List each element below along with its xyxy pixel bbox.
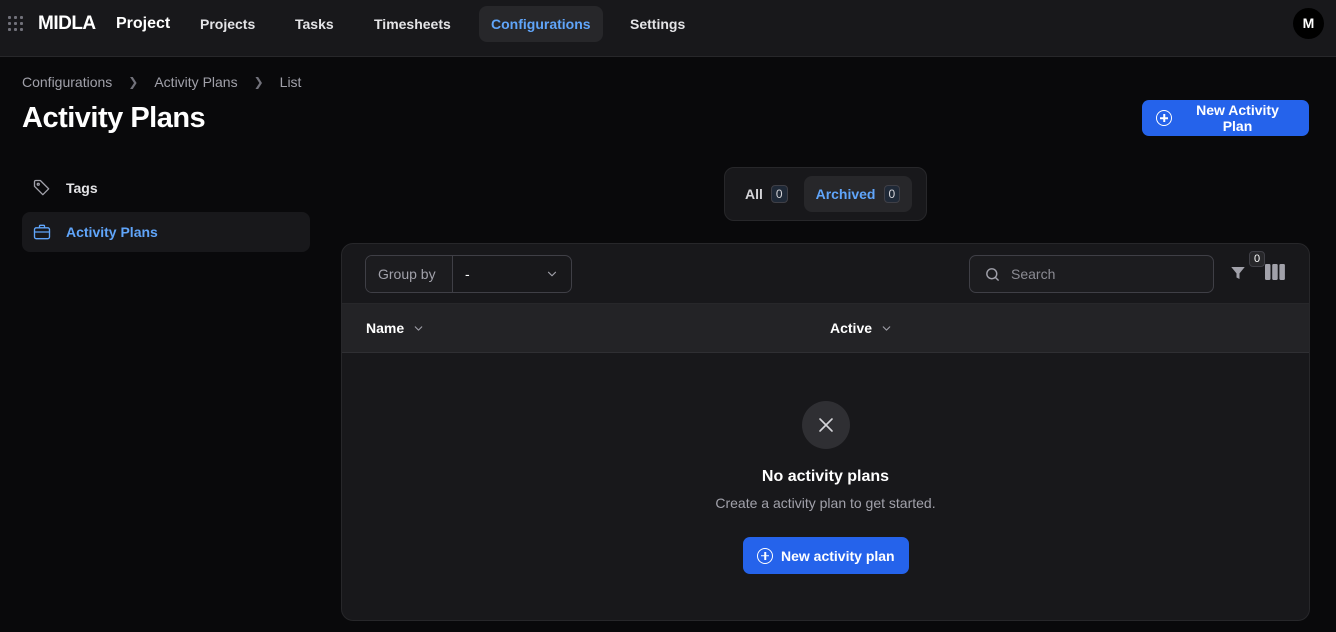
new-activity-plan-label: New Activity Plan xyxy=(1196,102,1279,134)
search-input[interactable] xyxy=(1011,266,1201,282)
group-by-value: - xyxy=(465,266,470,282)
search-icon xyxy=(986,267,999,281)
tag-icon xyxy=(33,179,50,196)
chevron-right-icon: ❯ xyxy=(128,75,139,89)
empty-state-icon xyxy=(802,401,850,449)
app-name[interactable]: Project xyxy=(116,15,170,33)
empty-new-activity-plan-label: New activity plan xyxy=(781,547,895,564)
plus-circle-icon xyxy=(1156,110,1172,126)
user-avatar[interactable]: M xyxy=(1293,8,1324,39)
chevron-down-icon xyxy=(547,271,557,277)
table-header: Name Active xyxy=(342,304,1309,353)
tab-archived[interactable]: Archived 0 xyxy=(803,176,913,212)
breadcrumb: Configurations ❯ Activity Plans ❯ List xyxy=(22,74,301,90)
sidebar-item-label: Activity Plans xyxy=(66,224,158,240)
chevron-down-icon xyxy=(414,325,423,331)
nav-timesheets[interactable]: Timesheets xyxy=(362,6,463,42)
breadcrumb-activity-plans[interactable]: Activity Plans xyxy=(154,74,237,90)
tab-label: Archived xyxy=(815,186,876,202)
group-by-dropdown[interactable]: - xyxy=(453,256,571,292)
filter-count-badge: 0 xyxy=(1249,251,1265,267)
nav-projects[interactable]: Projects xyxy=(188,6,267,42)
table-card: Group by - 0 Name Active No ac xyxy=(341,243,1310,621)
nav-tasks[interactable]: Tasks xyxy=(283,6,346,42)
new-activity-plan-button[interactable]: New Activity Plan xyxy=(1142,100,1309,136)
empty-new-activity-plan-button[interactable]: New activity plan xyxy=(743,537,909,574)
columns-icon[interactable] xyxy=(1265,264,1285,280)
tab-label: All xyxy=(745,186,763,202)
nav-configurations[interactable]: Configurations xyxy=(479,6,603,42)
table-toolbar: Group by - 0 xyxy=(342,244,1309,304)
breadcrumb-list: List xyxy=(279,74,302,90)
sidebar-item-activity-plans[interactable]: Activity Plans xyxy=(22,212,310,252)
plus-circle-icon xyxy=(757,547,773,564)
column-header-name[interactable]: Name xyxy=(366,320,425,336)
count-badge: 0 xyxy=(770,185,788,203)
empty-state-title: No activity plans xyxy=(761,468,890,485)
group-by-select[interactable]: Group by - xyxy=(365,255,572,293)
filter-tabs: All 0 Archived 0 xyxy=(724,167,927,221)
tab-all[interactable]: All 0 xyxy=(733,176,800,212)
chevron-down-icon xyxy=(882,325,891,331)
filter-icon[interactable] xyxy=(1229,264,1247,282)
column-label: Name xyxy=(366,320,405,336)
close-icon xyxy=(819,418,833,432)
nav-settings[interactable]: Settings xyxy=(618,6,697,42)
count-badge: 0 xyxy=(883,185,901,203)
sidebar-item-label: Tags xyxy=(66,180,98,196)
empty-state-description: Create a activity plan to get started. xyxy=(715,495,936,511)
briefcase-icon xyxy=(33,224,51,240)
chevron-right-icon: ❯ xyxy=(253,75,264,89)
sidebar-item-tags[interactable]: Tags xyxy=(22,168,310,208)
breadcrumb-configurations[interactable]: Configurations xyxy=(22,74,112,90)
page-title: Activity Plans xyxy=(22,102,206,134)
column-header-active[interactable]: Active xyxy=(830,320,893,336)
top-navbar: MIDLA Project Projects Tasks Timesheets … xyxy=(0,0,1336,57)
brand-logo[interactable]: MIDLA xyxy=(38,13,96,35)
search-box[interactable] xyxy=(969,255,1214,293)
column-label: Active xyxy=(830,320,873,336)
apps-grid-icon[interactable] xyxy=(8,16,24,32)
group-by-label: Group by xyxy=(366,256,453,292)
